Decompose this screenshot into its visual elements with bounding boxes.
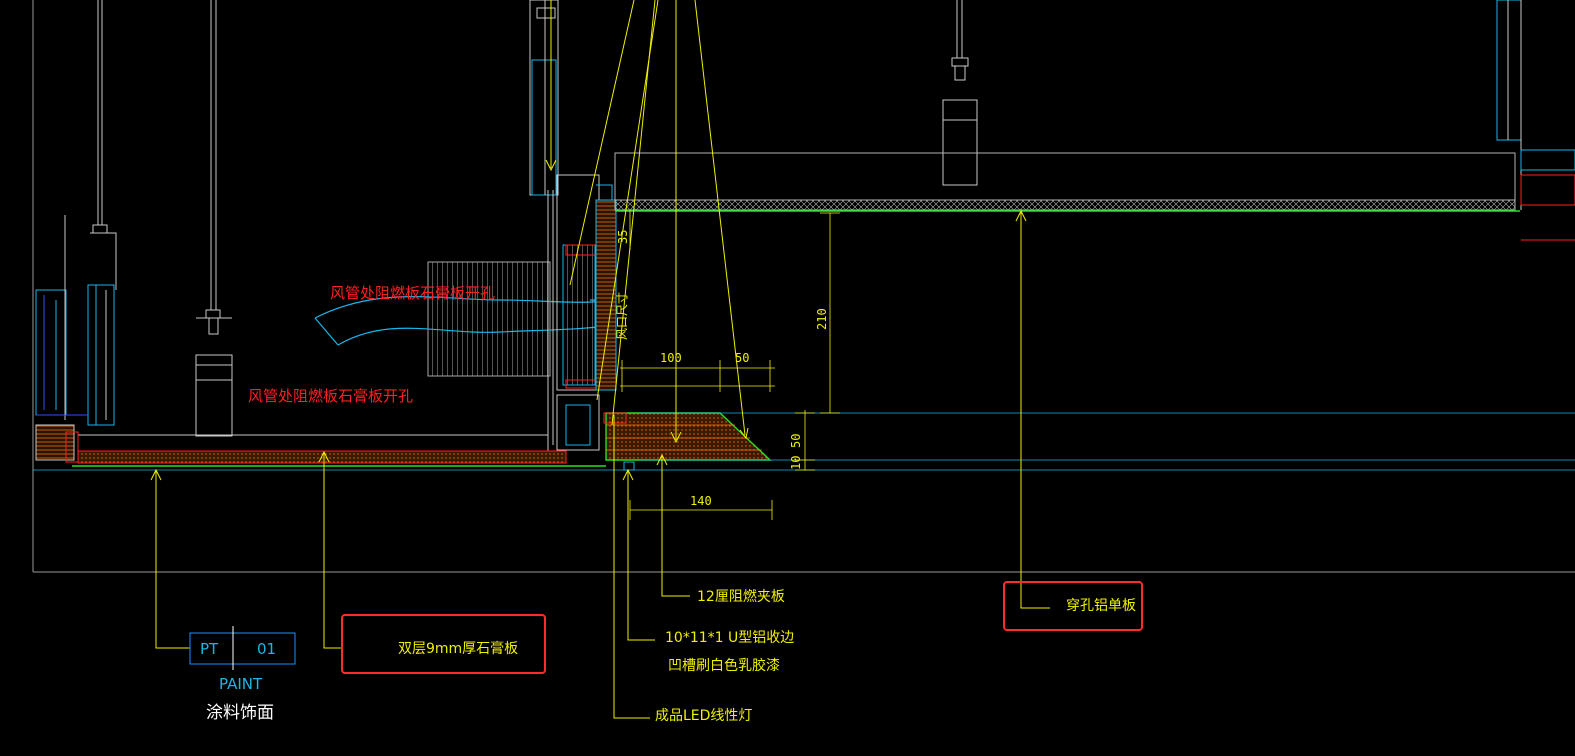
- label-perforated-aluminum: 穿孔铝单板: [1066, 598, 1136, 614]
- annotation-duct-size: 风口尺寸: [615, 292, 629, 340]
- perforated-aluminum-panel: [614, 152, 1520, 212]
- suspension-rods: [90, 0, 233, 437]
- annotation-duct-opening-top: 风管处阻燃板石膏板开孔: [330, 284, 495, 302]
- pt-number: 01: [257, 640, 276, 658]
- dim-50-top: 50: [735, 351, 749, 365]
- paint-label-cn: 涂料饰面: [206, 703, 274, 723]
- dimension-lines: [620, 210, 840, 520]
- dim-10: 10: [789, 456, 803, 470]
- label-u-channel: 10*11*1 U型铝收边: [665, 630, 794, 646]
- dim-140: 140: [690, 494, 712, 508]
- annotation-duct-opening-bottom: 风管处阻燃板石膏板开孔: [248, 387, 413, 405]
- label-gypsum-board: 双层9mm厚石膏板: [398, 640, 518, 657]
- led-trough: [603, 412, 772, 471]
- dim-35: 35: [616, 230, 630, 244]
- center-wall: [529, 0, 617, 451]
- label-fire-board: 12厘阻燃夹板: [697, 588, 785, 605]
- pt-code: PT: [200, 640, 219, 658]
- drawing-frame: [32, 0, 1575, 573]
- right-hanger: [942, 0, 978, 186]
- label-led-light: 成品LED线性灯: [655, 708, 752, 724]
- cad-drawing: 风管处阻燃板石膏板开孔 风管处阻燃板石膏板开孔 风口尺寸 35 210 100 …: [32, 0, 1575, 724]
- dim-210: 210: [815, 308, 829, 330]
- dim-50-side: 50: [789, 434, 803, 448]
- paint-label-en: PAINT: [219, 675, 263, 693]
- left-wall-section: [35, 215, 115, 426]
- label-groove-paint: 凹槽刷白色乳胶漆: [668, 657, 780, 674]
- dim-100: 100: [660, 351, 682, 365]
- gypsum-ceiling: [33, 412, 1575, 471]
